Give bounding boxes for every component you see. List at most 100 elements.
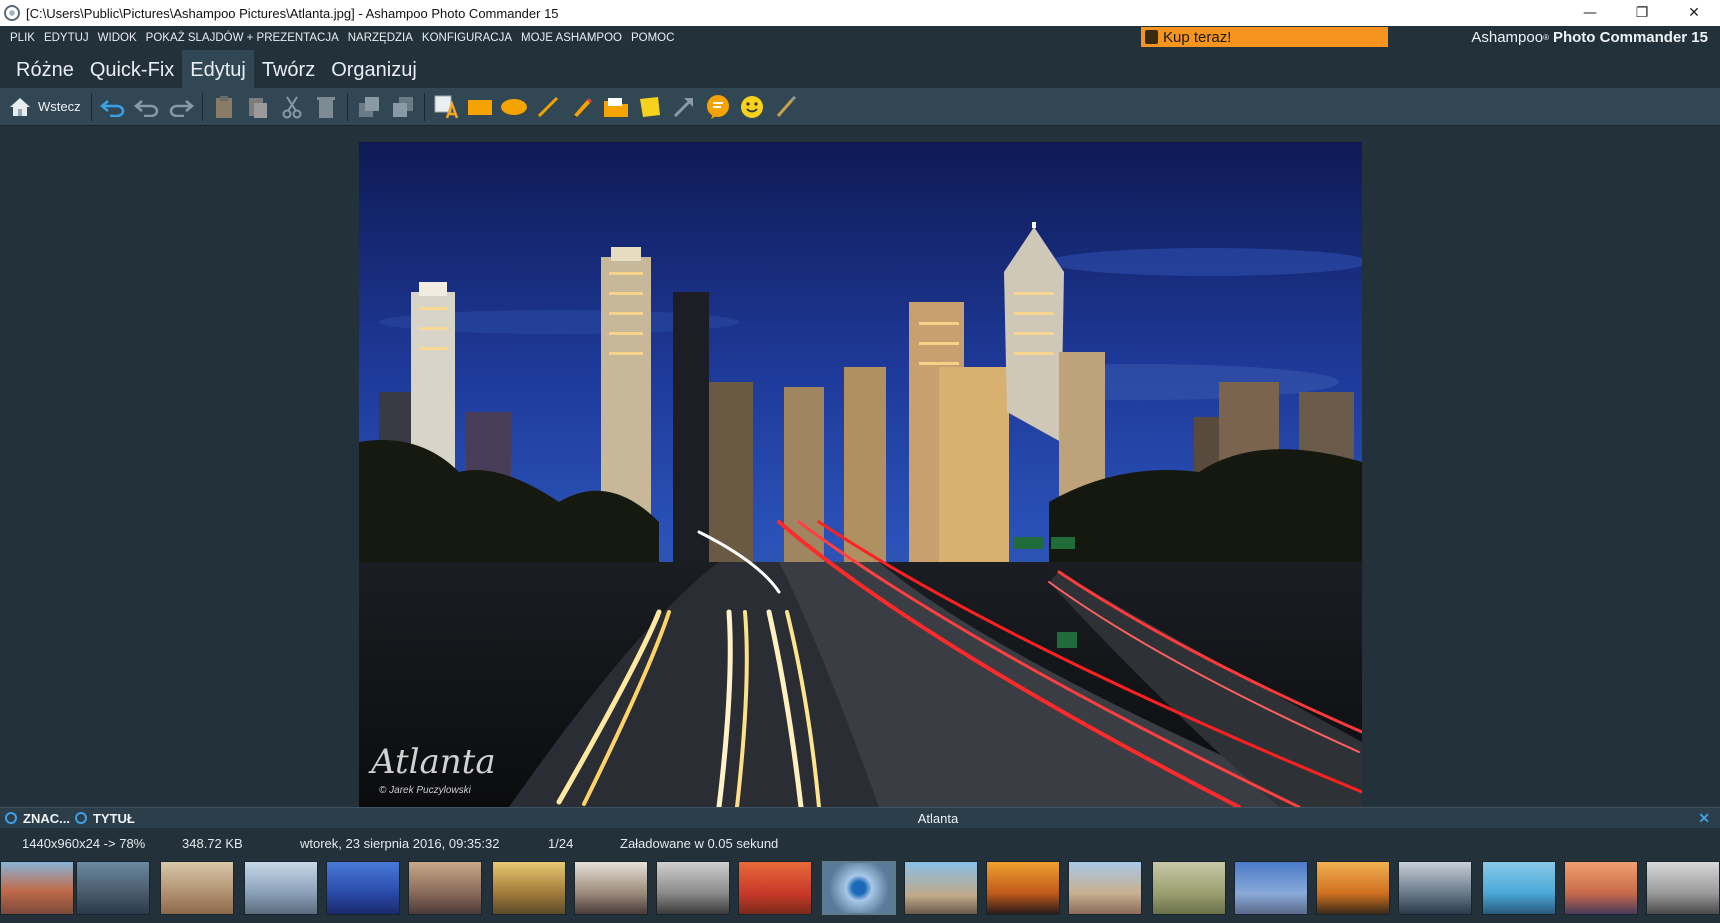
rectangle-icon <box>467 99 492 115</box>
menu-narzedzia[interactable]: NARZĘDZIA <box>348 32 413 44</box>
delete-icon <box>316 96 335 118</box>
toolbar-separator <box>90 92 92 121</box>
thumbnail[interactable] <box>1398 861 1472 915</box>
undo-all-button[interactable] <box>96 90 130 124</box>
tab-rozne[interactable]: Różne <box>8 50 82 88</box>
note-icon <box>639 96 660 117</box>
tab-tworz[interactable]: Twórz <box>254 50 323 88</box>
layer-back-icon <box>358 96 379 117</box>
thumbnail[interactable] <box>160 861 234 915</box>
tab-quick-fix[interactable]: Quick-Fix <box>82 50 182 88</box>
city-night-photo <box>359 142 1362 807</box>
toolbar-separator <box>346 92 348 121</box>
shopping-bag-icon <box>1145 30 1158 44</box>
redo-button[interactable] <box>164 90 198 124</box>
brush-icon <box>776 95 796 117</box>
paste-button[interactable] <box>207 90 241 124</box>
edit-toolbar: Wstecz <box>0 88 1720 126</box>
buy-now-button[interactable]: Kup teraz! <box>1141 27 1388 47</box>
thumbnail[interactable] <box>1068 861 1142 915</box>
speech-bubble-icon <box>706 94 729 119</box>
menu-konfiguracja[interactable]: KONFIGURACJA <box>422 32 512 44</box>
thumbnail[interactable] <box>1234 861 1308 915</box>
main-photo[interactable]: Atlanta © Jarek Puczylowski <box>359 142 1362 807</box>
thumbnail[interactable] <box>738 861 812 915</box>
paste-icon <box>215 95 232 118</box>
filmstrip <box>0 857 1720 923</box>
thumbnail[interactable] <box>1564 861 1638 915</box>
image-dimensions: 1440x960x24 -> 78% <box>22 836 146 851</box>
toolbar-separator <box>201 92 203 121</box>
layer-front-icon <box>392 96 413 117</box>
info-header: ZNAC... TYTUŁ Atlanta ✕ <box>0 807 1720 828</box>
pencil-icon <box>572 97 592 118</box>
minimize-button[interactable]: — <box>1564 0 1616 26</box>
menu-pomoc[interactable]: POMOC <box>631 32 674 44</box>
thumbnail[interactable] <box>244 861 318 915</box>
image-caption: Atlanta <box>917 810 959 826</box>
brand-product: Photo Commander 15 <box>1552 28 1708 46</box>
rectangle-tool-button[interactable] <box>463 90 497 124</box>
text-icon <box>434 95 458 118</box>
ellipse-tool-button[interactable] <box>497 90 531 124</box>
buy-now-label: Kup teraz! <box>1163 28 1232 46</box>
ribbon-tabs: Różne Quick-Fix Edytuj Twórz Organizuj <box>0 50 1720 88</box>
menu-plik[interactable]: PLIK <box>10 32 35 44</box>
close-button[interactable]: ✕ <box>1668 0 1720 26</box>
thumbnail[interactable] <box>1316 861 1390 915</box>
tab-organizuj[interactable]: Organizuj <box>323 50 425 88</box>
back-button[interactable]: Wstecz <box>8 90 87 124</box>
thumbnail-selected[interactable] <box>822 861 896 915</box>
thumbnail[interactable] <box>986 861 1060 915</box>
brand-reg: ® <box>1543 32 1549 42</box>
file-date: wtorek, 23 sierpnia 2016, 09:35:32 <box>300 836 500 851</box>
back-label: Wstecz <box>38 99 81 114</box>
undo-button[interactable] <box>130 90 164 124</box>
line-icon <box>537 96 558 117</box>
line-tool-button[interactable] <box>531 90 565 124</box>
menu-widok[interactable]: WIDOK <box>98 32 137 44</box>
menu-edytuj[interactable]: EDYTUJ <box>44 32 89 44</box>
toolbar-separator <box>423 92 425 121</box>
thumbnail[interactable] <box>1482 861 1556 915</box>
home-icon <box>10 97 30 116</box>
load-time: Załadowane w 0.05 sekund <box>620 836 779 851</box>
folder-tool-button[interactable] <box>599 90 633 124</box>
tab-edytuj[interactable]: Edytuj <box>182 50 254 88</box>
app-window: [C:\Users\Public\Pictures\Ashampoo Pictu… <box>0 0 1720 923</box>
speech-bubble-tool-button[interactable] <box>701 90 735 124</box>
thumbnail[interactable] <box>1646 861 1720 915</box>
file-size: 348.72 KB <box>182 836 243 851</box>
cut-button[interactable] <box>275 90 309 124</box>
delete-button[interactable] <box>309 90 343 124</box>
menu-pokaz-slajdow[interactable]: POKAŻ SLAJDÓW + PREZENTACJA <box>146 32 339 44</box>
window-title: [C:\Users\Public\Pictures\Ashampoo Pictu… <box>26 5 559 21</box>
thumbnail[interactable] <box>408 861 482 915</box>
text-tool-button[interactable] <box>429 90 463 124</box>
thumbnail[interactable] <box>76 861 150 915</box>
thumbnail[interactable] <box>574 861 648 915</box>
photo-watermark: Atlanta <box>371 742 496 782</box>
folder-icon <box>603 97 628 117</box>
menu-bar: PLIK EDYTUJ WIDOK POKAŻ SLAJDÓW + PREZEN… <box>0 26 1720 50</box>
photo-credit: © Jarek Puczylowski <box>379 785 471 796</box>
thumbnail[interactable] <box>1152 861 1226 915</box>
pencil-tool-button[interactable] <box>565 90 599 124</box>
thumbnail[interactable] <box>326 861 400 915</box>
bring-to-front-button[interactable] <box>386 90 420 124</box>
restore-button[interactable]: ❐ <box>1616 0 1668 26</box>
thumbnail[interactable] <box>0 861 74 915</box>
thumbnail[interactable] <box>656 861 730 915</box>
close-info-icon[interactable]: ✕ <box>1698 810 1710 827</box>
smiley-tool-button[interactable] <box>735 90 769 124</box>
thumbnail[interactable] <box>904 861 978 915</box>
redo-icon <box>169 99 194 117</box>
arrow-tool-button[interactable] <box>667 90 701 124</box>
note-tool-button[interactable] <box>633 90 667 124</box>
menu-moje-ashampoo[interactable]: MOJE ASHAMPOO <box>521 32 622 44</box>
brush-tool-button[interactable] <box>769 90 803 124</box>
arrow-icon <box>673 97 693 117</box>
thumbnail[interactable] <box>492 861 566 915</box>
paste-special-button[interactable] <box>241 90 275 124</box>
send-to-back-button[interactable] <box>352 90 386 124</box>
